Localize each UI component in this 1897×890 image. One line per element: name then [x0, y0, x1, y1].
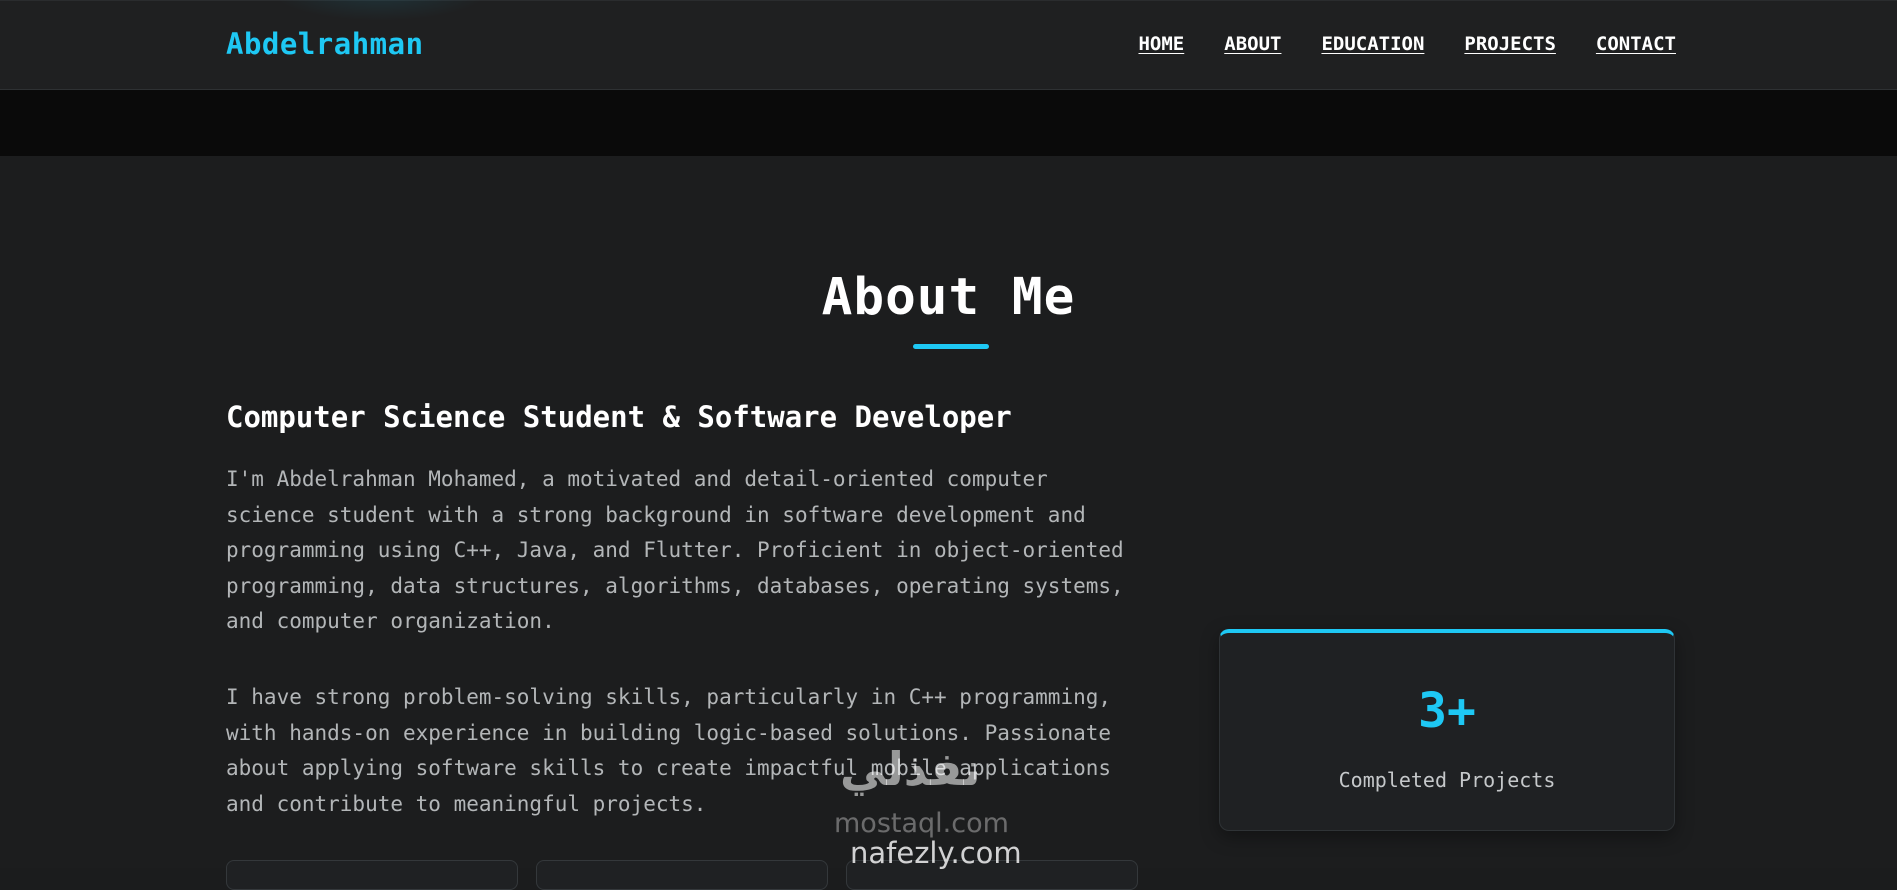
nav-link-education[interactable]: EDUCATION: [1321, 33, 1424, 55]
about-paragraph-2: I have strong problem-solving skills, pa…: [226, 685, 1112, 816]
hero-bottom-band: [0, 90, 1897, 156]
nav-links: HOME ABOUT EDUCATION PROJECTS CONTACT: [1138, 33, 1676, 55]
title-underline: [913, 344, 989, 349]
about-title: About Me: [821, 268, 1076, 327]
site-logo[interactable]: Abdelrahman: [226, 27, 424, 61]
about-paragraph-1: I'm Abdelrahman Mohamed, a motivated and…: [226, 467, 1124, 633]
stat-value: 3+: [1418, 683, 1476, 739]
nav-link-contact[interactable]: CONTACT: [1596, 33, 1676, 55]
stat-label: Completed Projects: [1338, 768, 1556, 792]
info-card: [226, 860, 518, 890]
nav-link-projects[interactable]: PROJECTS: [1464, 33, 1556, 55]
nav-link-about[interactable]: ABOUT: [1224, 33, 1281, 55]
stat-card-projects: 3+ Completed Projects: [1219, 629, 1675, 831]
nav-link-home[interactable]: HOME: [1138, 33, 1184, 55]
info-card: [846, 860, 1138, 890]
logo-glow: [270, 0, 490, 21]
info-card: [536, 860, 828, 890]
about-section: About Me Computer Science Student & Soft…: [0, 156, 1897, 890]
about-subtitle: Computer Science Student & Software Deve…: [226, 400, 1012, 434]
navbar: Abdelrahman HOME ABOUT EDUCATION PROJECT…: [0, 0, 1897, 90]
